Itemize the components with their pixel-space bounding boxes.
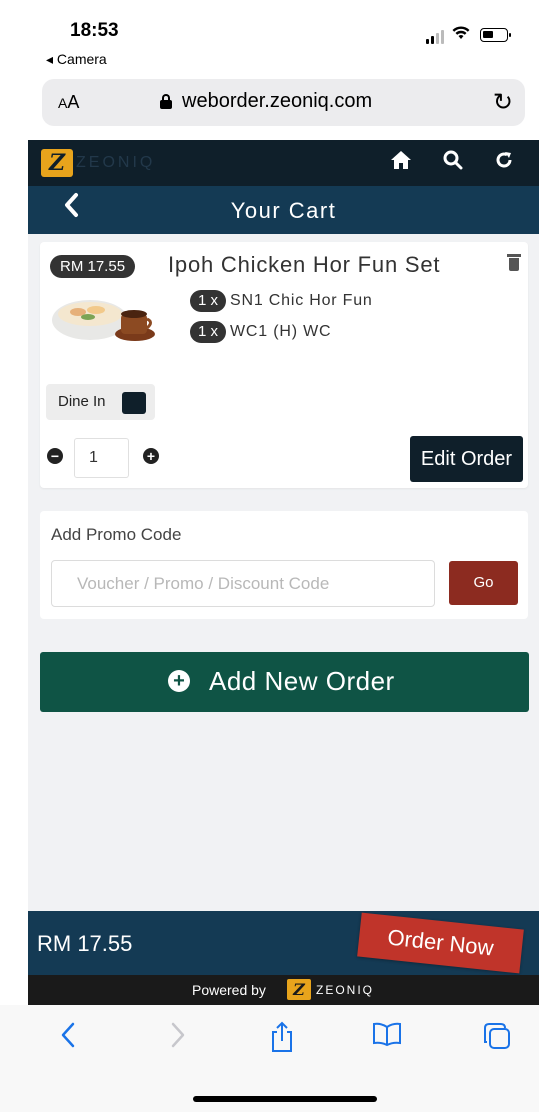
title-bar: Your Cart [28,186,539,234]
search-icon[interactable] [443,149,463,177]
home-icon[interactable] [390,149,412,177]
zeoniq-mini-logo-icon: Z [287,979,311,1000]
app-navbar: Z ZEONIQ [28,140,539,186]
back-to-camera-link[interactable]: ◂ Camera [46,51,107,68]
promo-go-button[interactable]: Go [449,561,518,605]
brand-name: ZEONIQ [76,154,156,171]
refresh-icon[interactable] [494,149,514,177]
promo-label: Add Promo Code [51,525,182,544]
decrease-qty-button[interactable]: − [47,448,63,464]
add-new-order-label: Add New Order [209,666,395,696]
zeoniq-logo-icon[interactable]: Z [41,149,73,177]
add-new-order-button[interactable]: + Add New Order [40,652,529,712]
sub-item-qty: 1 x [190,290,227,312]
text-size-button[interactable]: AA [58,92,79,113]
sub-item: 1 x SN1 Chic Hor Fun [190,290,373,313]
powered-by-bar: Powered by Z ZEONIQ [28,975,539,1005]
food-image [52,300,155,341]
status-time: 18:53 [70,20,119,41]
promo-code-input[interactable]: Voucher / Promo / Discount Code [51,560,435,607]
increase-qty-button[interactable]: + [143,448,159,464]
sub-item-name: WC1 (H) WC [230,323,332,340]
price-badge: RM 17.55 [50,255,136,278]
item-name: Ipoh Chicken Hor Fun Set [168,252,441,277]
home-indicator [193,1096,377,1102]
dine-option-label: Dine In [58,393,106,410]
lock-icon [160,94,172,109]
promo-card: Add Promo Code Voucher / Promo / Discoun… [40,511,528,619]
sub-item-qty: 1 x [190,321,227,343]
trash-icon[interactable] [507,254,521,271]
reload-icon[interactable]: ↻ [493,88,513,117]
dine-option-chip[interactable]: Dine In [46,384,155,420]
cart-total: RM 17.55 [37,931,133,956]
battery-icon [480,28,511,42]
cart-item-card: RM 17.55 Ipoh Chicken Hor Fun Set 1 x SN1… [40,242,528,488]
wifi-icon [452,25,470,45]
sub-item: 1 x WC1 (H) WC [190,321,331,344]
quantity-input[interactable]: 1 [74,438,129,478]
url-text[interactable]: weborder.zeoniq.com [182,90,372,113]
status-bar: 18:53 ◂ Camera [0,0,539,72]
share-icon[interactable] [270,1021,294,1060]
edit-order-button[interactable]: Edit Order [410,436,523,482]
signal-icon [426,30,446,44]
browser-forward-icon[interactable] [170,1021,186,1056]
bookmarks-icon[interactable] [372,1021,402,1054]
dine-option-swatch [122,392,146,414]
powered-by-text: Powered by [192,982,266,998]
powered-brand: ZEONIQ [316,983,375,997]
order-bar: RM 17.55 Order Now [28,911,539,975]
browser-back-icon[interactable] [60,1021,76,1056]
plus-circle-icon: + [168,670,190,692]
sub-item-name: SN1 Chic Hor Fun [230,292,373,309]
page-title: Your Cart [230,198,337,223]
address-bar[interactable]: AA weborder.zeoniq.com ↻ [42,79,525,126]
tabs-icon[interactable] [482,1021,512,1058]
order-now-button[interactable]: Order Now [357,912,524,974]
